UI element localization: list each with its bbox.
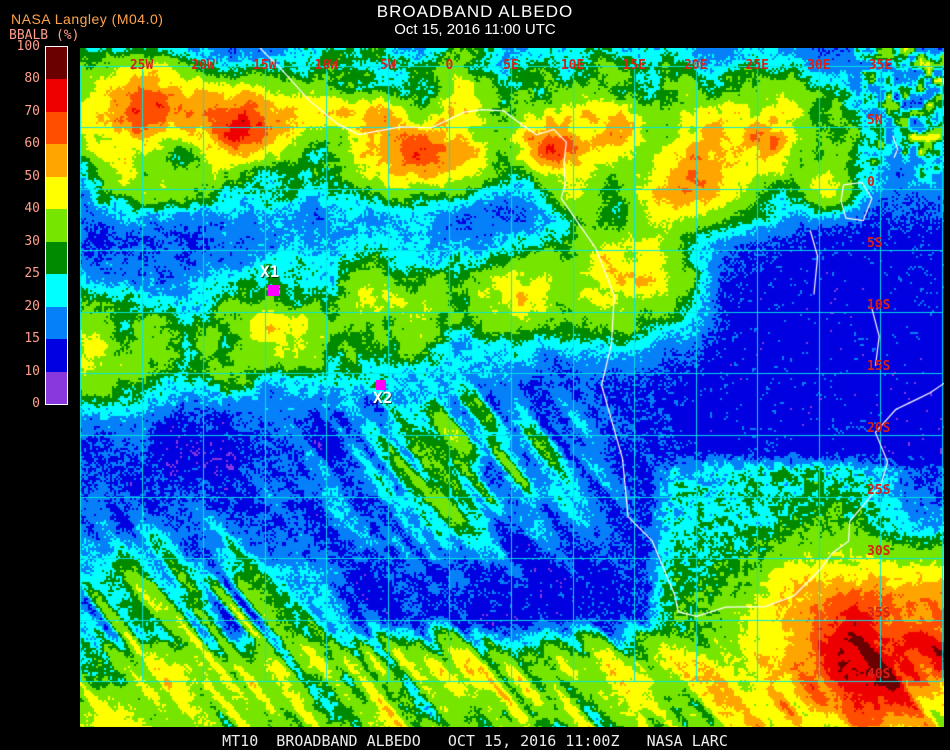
colorbar-segment-50-60 xyxy=(46,144,67,177)
colorbar-segment-20-25 xyxy=(46,274,67,307)
lon-label-0: 0 xyxy=(445,58,454,73)
colorbar-tick-70: 70 xyxy=(24,103,40,119)
lat-label-5N: 5N xyxy=(867,113,883,129)
colorbar-tick-25: 25 xyxy=(24,266,40,282)
lat-label-5S: 5S xyxy=(867,236,883,252)
lon-label-25E: 25E xyxy=(745,58,770,73)
lon-label-10E: 10E xyxy=(560,58,585,73)
marker-label-X2[interactable]: X2 xyxy=(373,390,392,406)
colorbar-tick-30: 30 xyxy=(24,233,40,249)
lon-label-5E: 5E xyxy=(503,58,519,73)
colorbar-segment-0-10 xyxy=(46,371,67,404)
colorbar-tick-50: 50 xyxy=(24,168,40,184)
page-subtitle: Oct 15, 2016 11:00 UTC xyxy=(394,21,556,38)
map-overlay: 25W 20W 15W 10W 5W 0 5E 10E 15E 20E 25E 30E 35E 5N 0 5S… xyxy=(80,48,944,727)
marker-label-X1[interactable]: X1 xyxy=(260,264,279,280)
lon-label-25W: 25W xyxy=(129,58,154,73)
lat-label-0: 0 xyxy=(867,174,875,190)
lon-label-30E: 30E xyxy=(807,58,831,73)
lon-label-5W: 5W xyxy=(380,58,396,73)
colorbar-tick-15: 15 xyxy=(24,331,40,347)
lon-label-20W: 20W xyxy=(191,58,215,73)
lat-label-30S: 30S xyxy=(867,544,891,560)
colorbar-tick-40: 40 xyxy=(24,201,40,217)
colorbar-tick-80: 80 xyxy=(24,71,40,87)
colorbar-segment-10-15 xyxy=(46,339,67,372)
lon-label-35E: 35E xyxy=(868,58,893,73)
colorbar-segment-25-30 xyxy=(46,241,67,275)
colorbar-segment-70-80 xyxy=(46,79,67,112)
colorbar-tick-0: 0 xyxy=(32,396,40,411)
lat-label-10S: 10S xyxy=(867,297,891,313)
colorbar-segment-60-70 xyxy=(46,111,67,145)
colorbar-segment-30-40 xyxy=(46,209,67,242)
page-title: BROADBAND ALBEDO xyxy=(376,2,574,21)
lon-label-20E: 20E xyxy=(683,58,708,73)
colorbar-tick-10: 10 xyxy=(24,363,40,379)
lat-label-25S: 25S xyxy=(867,482,891,498)
lon-label-15W: 15W xyxy=(252,58,277,73)
albedo-map[interactable]: 25W 20W 15W 10W 5W 0 5E 10E 15E 20E 25E 30E 35E 5N 0 5S… xyxy=(80,48,944,727)
colorbar-tick-20: 20 xyxy=(24,298,40,314)
lat-label-20S: 20S xyxy=(867,420,891,436)
marker-dot-X1[interactable] xyxy=(268,285,279,296)
colorbar-segment-80-100 xyxy=(46,47,67,80)
colorbar-tick-60: 60 xyxy=(24,136,40,152)
lat-label-40S: 40S xyxy=(867,667,891,683)
lon-label-10W: 10W xyxy=(314,58,339,73)
lat-label-35S: 35S xyxy=(867,605,891,621)
colorbar-tick-100: 100 xyxy=(16,39,40,54)
colorbar-segment-15-20 xyxy=(46,306,67,340)
colorbar xyxy=(45,46,68,405)
colorbar-segment-40-50 xyxy=(46,176,67,210)
lat-label-15S: 15S xyxy=(867,359,891,375)
lon-label-15E: 15E xyxy=(622,58,646,73)
footer-caption: MT10 BROADBAND ALBEDO OCT 15, 2016 11:00… xyxy=(222,732,728,750)
